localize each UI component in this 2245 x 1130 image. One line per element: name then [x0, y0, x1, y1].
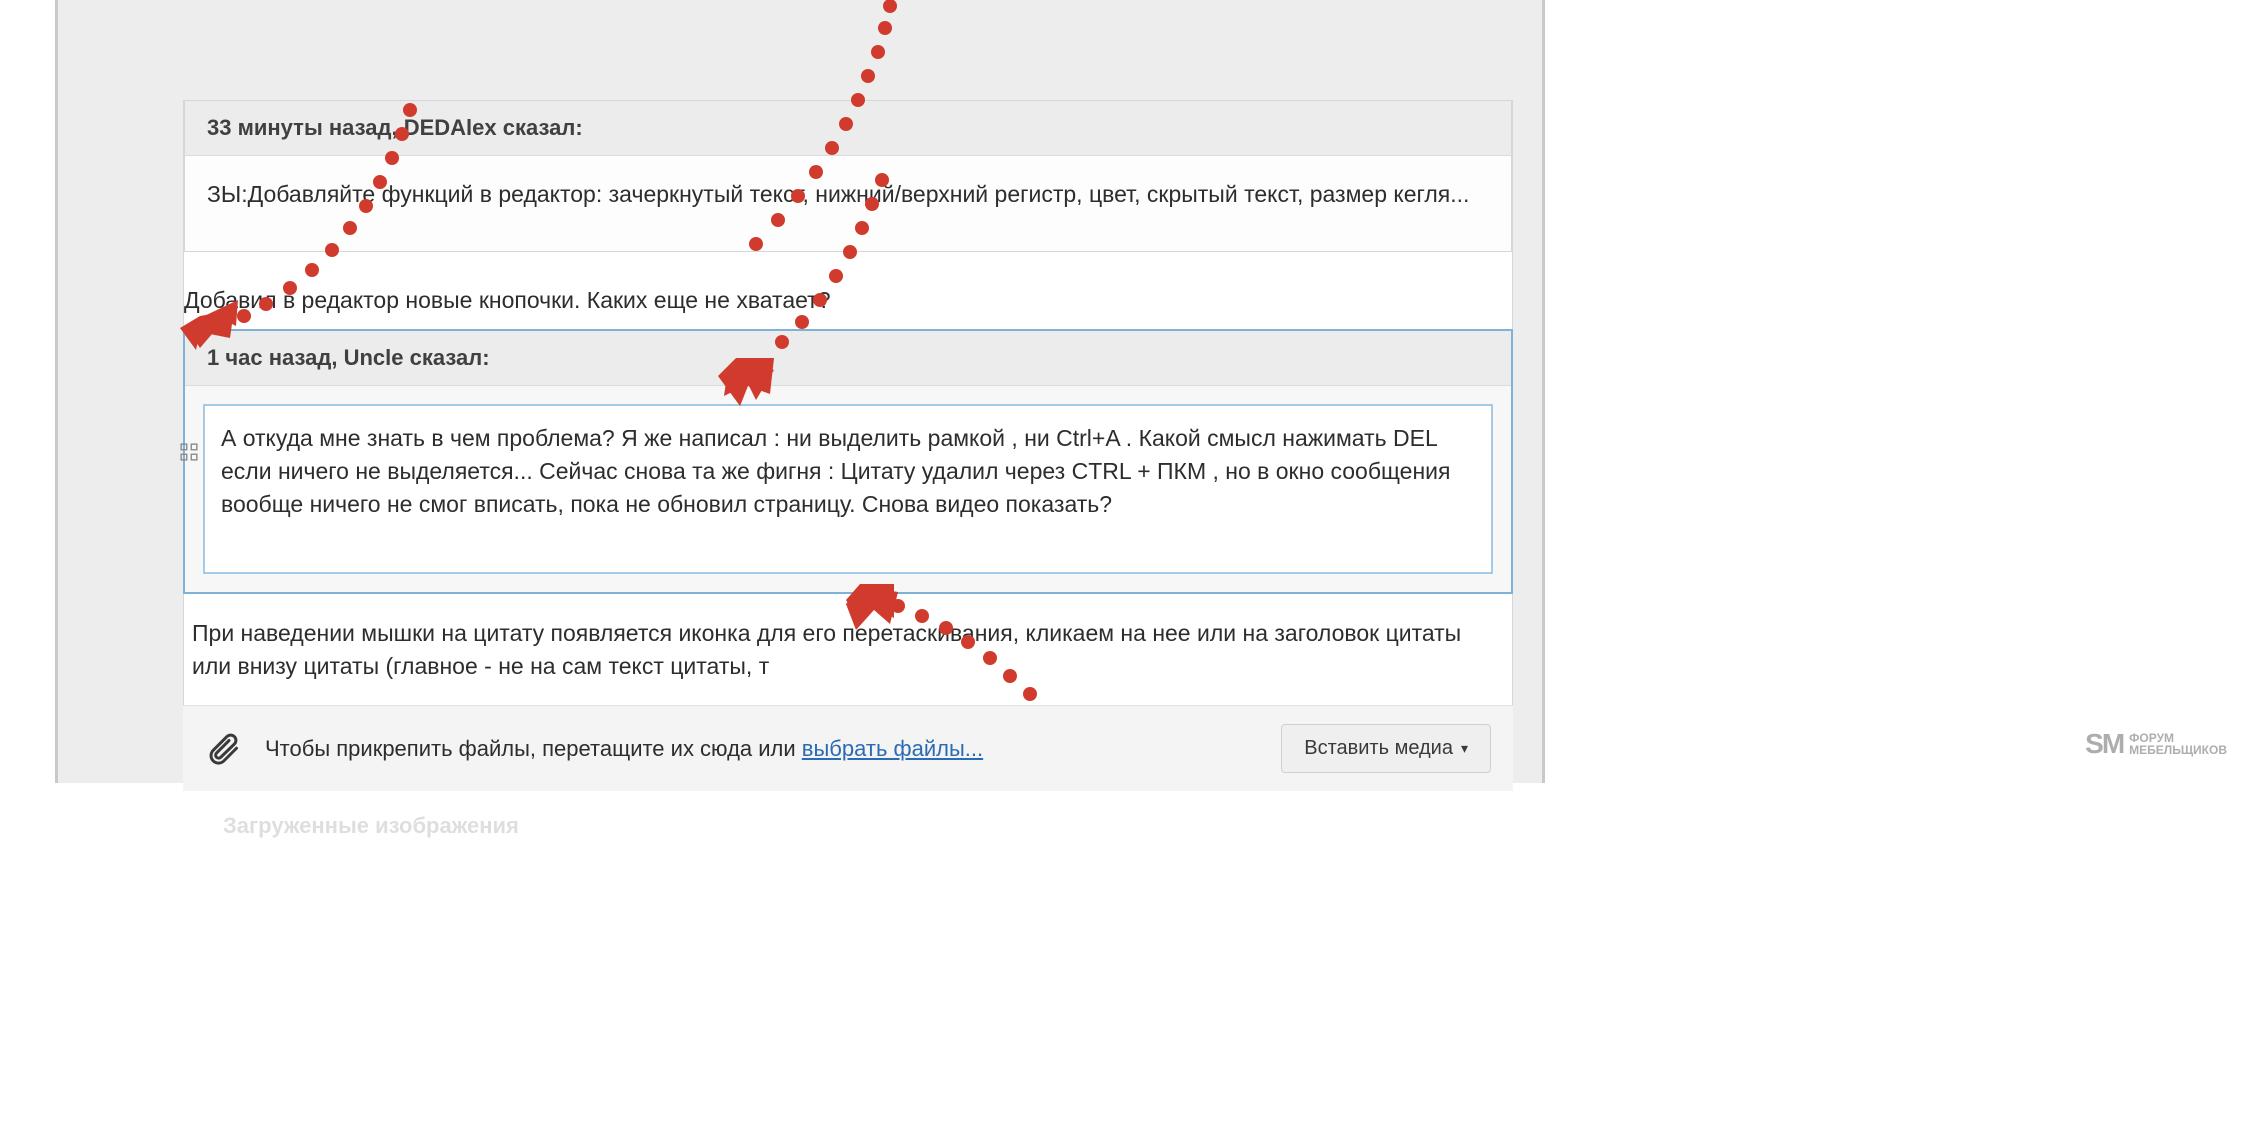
- quote-header: 33 минуты назад, DEDAlex сказал:: [185, 101, 1511, 156]
- editor-panel: 33 минуты назад, DEDAlex сказал: ЗЫ:Доба…: [55, 0, 1545, 783]
- quote-block: 33 минуты назад, DEDAlex сказал: ЗЫ:Доба…: [184, 100, 1512, 252]
- attach-hint-text: Чтобы прикрепить файлы, перетащите их сю…: [265, 736, 802, 761]
- attach-hint: Чтобы прикрепить файлы, перетащите их сю…: [265, 736, 1257, 762]
- chevron-down-icon: ▾: [1461, 740, 1468, 757]
- editor-text-line[interactable]: При наведении мышки на цитату появляется…: [184, 593, 1512, 706]
- quote-header: 1 час назад, Uncle сказал:: [185, 331, 1511, 386]
- watermark-line2: МЕБЕЛЬЩИКОВ: [2129, 744, 2227, 756]
- quote-block-selected[interactable]: 1 час назад, Uncle сказал: А откуда мне …: [184, 330, 1512, 593]
- editor-content-area[interactable]: 33 минуты назад, DEDAlex сказал: ЗЫ:Доба…: [183, 100, 1513, 883]
- attachment-bar: Чтобы прикрепить файлы, перетащите их сю…: [183, 705, 1513, 791]
- editor-text-line[interactable]: Добавил в редактор новые кнопочки. Каких…: [184, 252, 1512, 329]
- paperclip-icon: [205, 729, 241, 769]
- choose-files-link[interactable]: выбрать файлы...: [802, 736, 983, 761]
- site-watermark: SM ФОРУМ МЕБЕЛЬЩИКОВ: [2085, 728, 2227, 760]
- move-icon[interactable]: [180, 443, 198, 461]
- uploaded-images-section: Загруженные изображения: [183, 791, 1513, 839]
- quote-body: ЗЫ:Добавляйте функций в редактор: зачерк…: [185, 156, 1511, 251]
- insert-media-label: Вставить медиа: [1304, 737, 1453, 760]
- quote-body[interactable]: А откуда мне знать в чем проблема? Я же …: [203, 404, 1493, 574]
- uploaded-images-title: Загруженные изображения: [223, 813, 1473, 839]
- watermark-logo: SM: [2085, 728, 2123, 760]
- insert-media-button[interactable]: Вставить медиа ▾: [1281, 724, 1491, 773]
